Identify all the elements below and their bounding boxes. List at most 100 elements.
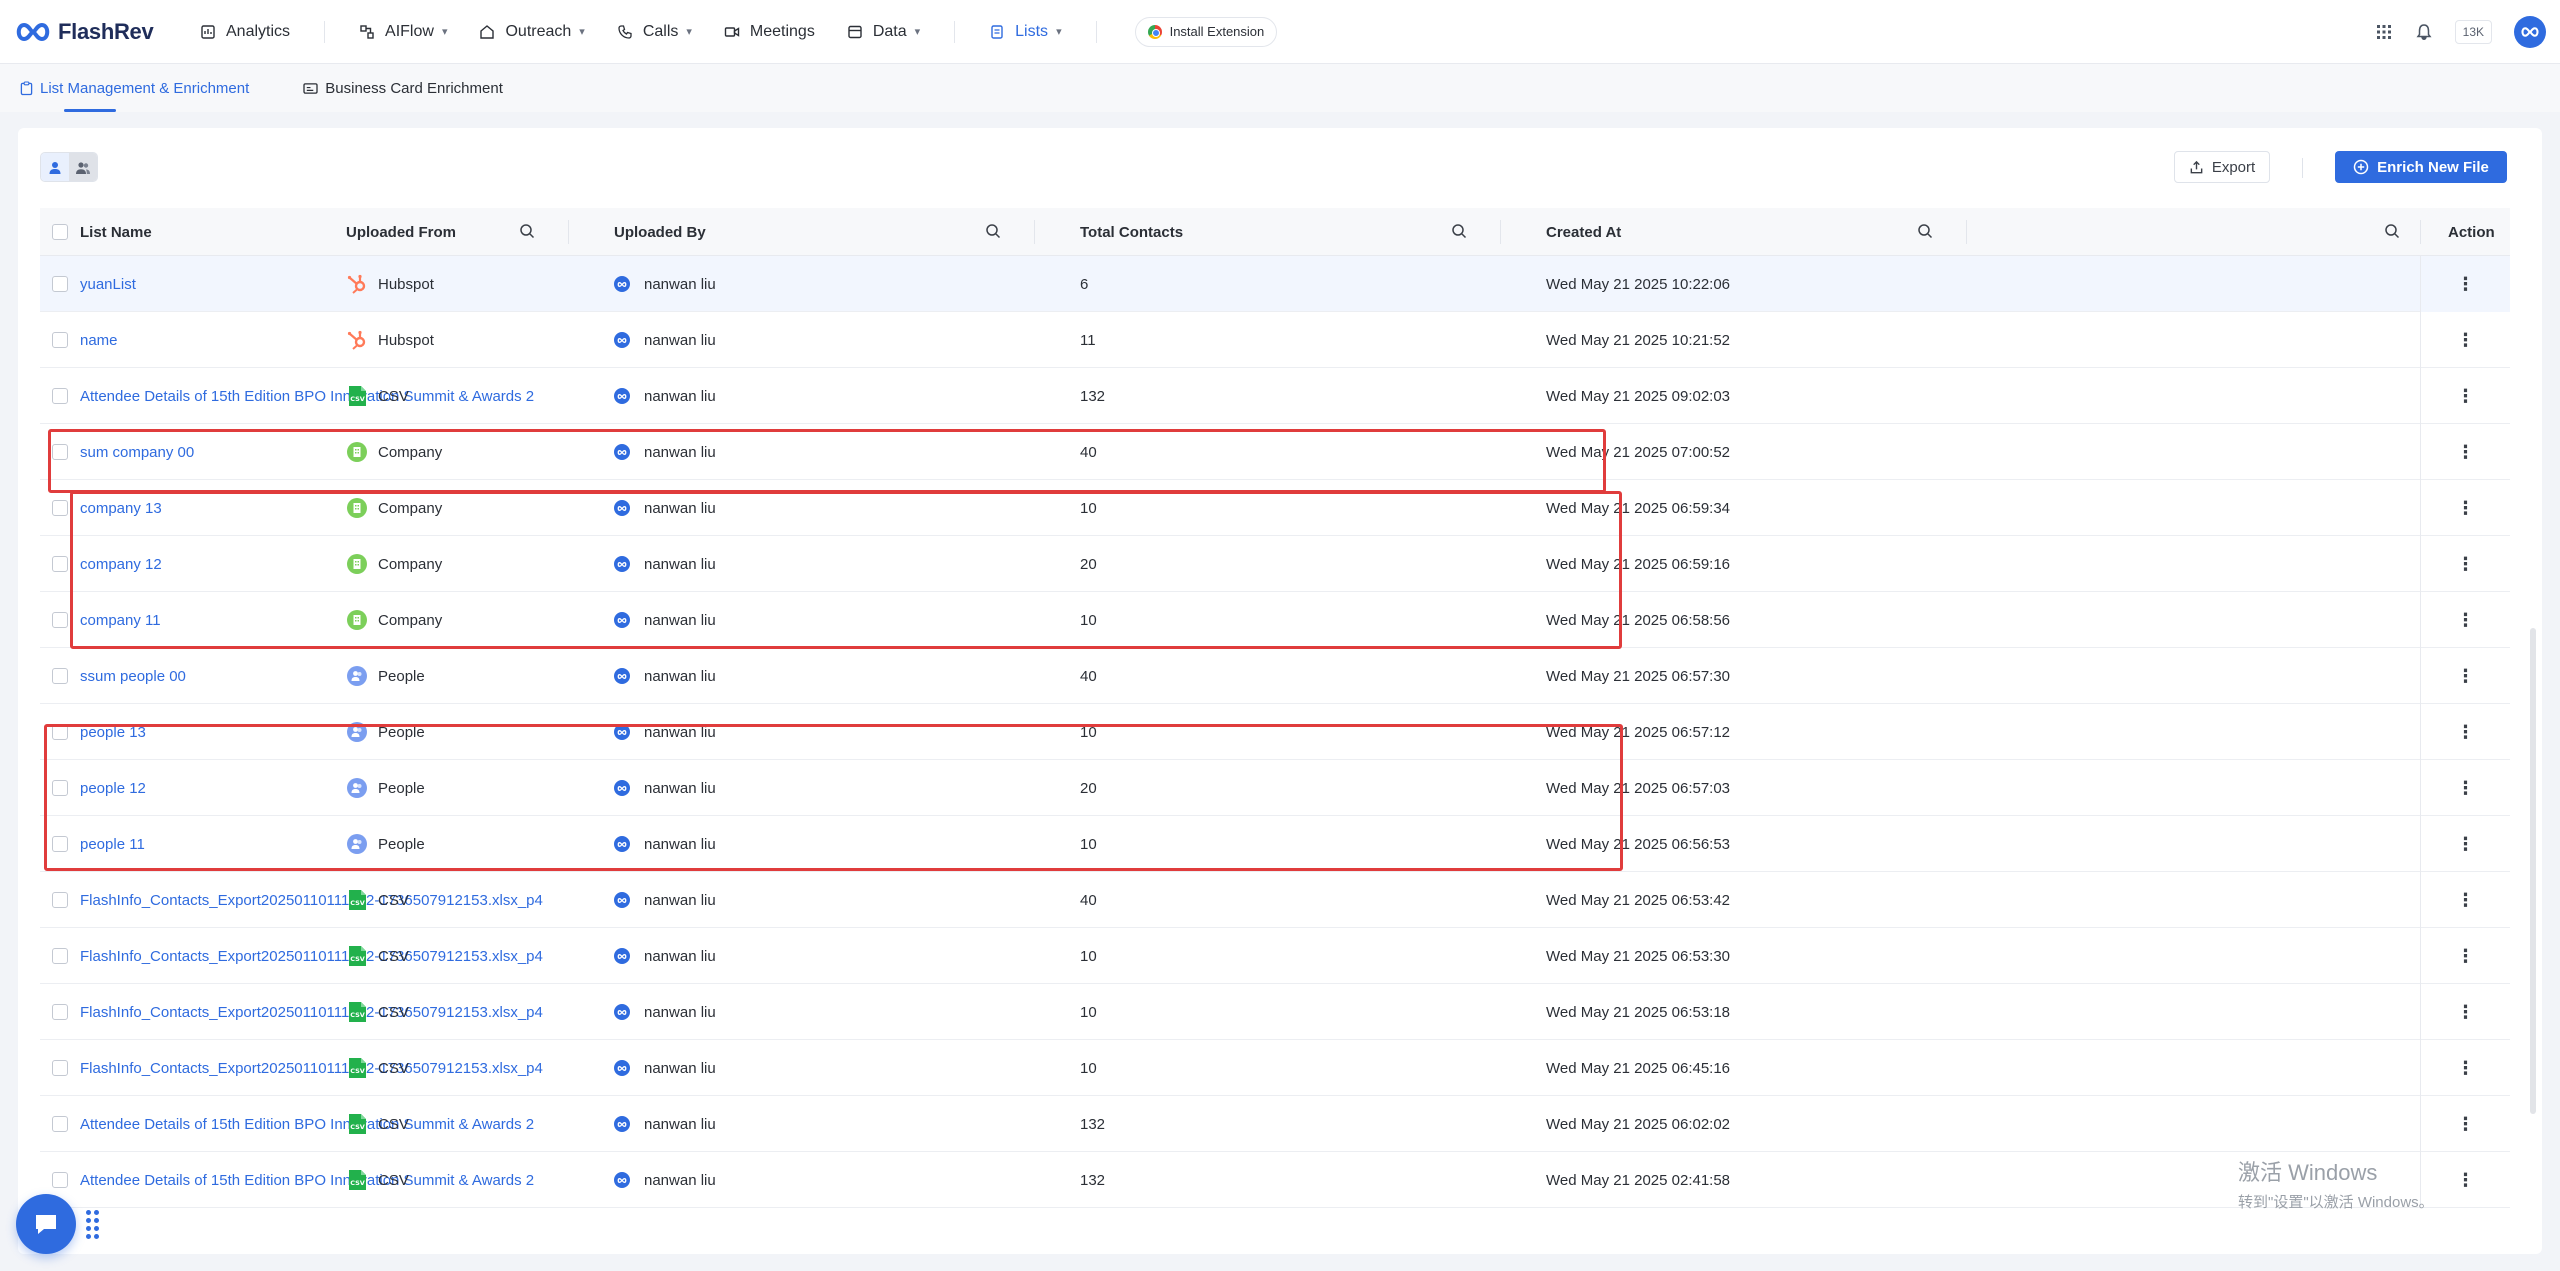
more-options-icon[interactable]: ⋮ [2457,835,2475,853]
more-options-icon[interactable]: ⋮ [2457,1171,2475,1189]
nav-item-label: Data [872,22,907,40]
more-options-icon[interactable]: ⋮ [2457,1115,2475,1133]
table-scrollbar[interactable] [2530,628,2536,1114]
row-checkbox[interactable] [52,1172,68,1188]
row-checkbox[interactable] [52,332,68,348]
table-row[interactable]: FlashInfo_Contacts_Export20250110111832-… [40,984,2510,1040]
nav-item-calls[interactable]: Calls ▾ [601,0,708,64]
row-checkbox[interactable] [52,1004,68,1020]
action-cell: ⋮ [2420,1040,2510,1096]
drag-handle-icon[interactable] [86,1210,99,1239]
tab-business-card-enrichment[interactable]: Business Card Enrichment [303,64,503,112]
source-label: CSV [378,1003,409,1021]
table-row[interactable]: people 13 People nanwan liu 10 Wed May 21 20… [40,704,2510,760]
table-row[interactable]: ssum people 00 People nanwan liu 40 Wed May … [40,648,2510,704]
table-row[interactable]: FlashInfo_Contacts_Export20250110111832-… [40,872,2510,928]
people-group-icon [347,778,367,798]
chat-support-button[interactable] [16,1194,76,1254]
more-options-icon[interactable]: ⋮ [2457,779,2475,797]
table-row[interactable]: Attendee Details of 15th Edition BPO Inn… [40,1152,2510,1208]
single-person-view-toggle[interactable] [41,153,69,181]
nav-item-lists[interactable]: Lists ▾ [973,0,1077,64]
nav-item-analytics[interactable]: Analytics [184,0,306,64]
uploader-name: nanwan liu [644,1115,716,1133]
table-row[interactable]: people 12 People nanwan liu 20 Wed May 21 20… [40,760,2510,816]
nav-item-meetings[interactable]: Meetings [708,0,831,64]
total-contacts-cell: 132 [1080,1171,1106,1189]
group-view-toggle[interactable] [69,153,97,181]
select-all-checkbox[interactable] [52,224,68,240]
nav-item-aiflow[interactable]: AIFlow ▾ [343,0,463,64]
more-options-icon[interactable]: ⋮ [2457,947,2475,965]
column-search-icon[interactable] [519,223,535,239]
table-row[interactable]: Attendee Details of 15th Edition BPO Inn… [40,1096,2510,1152]
more-options-icon[interactable]: ⋮ [2457,499,2475,517]
more-options-icon[interactable]: ⋮ [2457,331,2475,349]
bell-icon[interactable] [2415,23,2433,41]
row-checkbox[interactable] [52,1060,68,1076]
credits-badge[interactable]: 13K [2454,20,2492,44]
person-icon [49,162,61,174]
tab-list-management[interactable]: List Management & Enrichment [20,64,249,112]
row-checkbox[interactable] [52,444,68,460]
table-row[interactable]: sum company 00 Company nanwan liu 40 Wed May… [40,424,2510,480]
row-checkbox[interactable] [52,612,68,628]
total-contacts-cell: 6 [1080,275,1089,293]
column-search-icon[interactable] [1451,223,1467,239]
column-search-icon[interactable] [985,223,1001,239]
column-header-list-name: List Name [80,223,152,241]
more-options-icon[interactable]: ⋮ [2457,387,2475,405]
more-options-icon[interactable]: ⋮ [2457,275,2475,293]
more-options-icon[interactable]: ⋮ [2457,1059,2475,1077]
flashrev-logo[interactable]: FlashRev [14,19,184,45]
clipboard-icon [20,80,33,95]
apps-grid-icon[interactable] [2375,23,2393,41]
more-options-icon[interactable]: ⋮ [2457,611,2475,629]
more-options-icon[interactable]: ⋮ [2457,1003,2475,1021]
row-checkbox[interactable] [52,556,68,572]
nav-item-label: Analytics [226,22,291,40]
export-button[interactable]: Export [2174,151,2270,183]
row-checkbox[interactable] [52,276,68,292]
video-camera-icon [724,26,740,37]
table-row[interactable]: company 11 Company nanwan liu 10 Wed May 21 … [40,592,2510,648]
more-options-icon[interactable]: ⋮ [2457,667,2475,685]
column-search-icon[interactable] [2384,223,2400,239]
user-avatar[interactable] [2514,16,2546,48]
more-options-icon[interactable]: ⋮ [2457,723,2475,741]
uploader-name: nanwan liu [644,611,716,629]
row-checkbox[interactable] [52,1116,68,1132]
row-checkbox[interactable] [52,836,68,852]
table-row[interactable]: FlashInfo_Contacts_Export20250110111832-… [40,1040,2510,1096]
more-options-icon[interactable]: ⋮ [2457,443,2475,461]
more-options-icon[interactable]: ⋮ [2457,555,2475,573]
table-row[interactable]: company 13 Company nanwan liu 10 Wed May 21 … [40,480,2510,536]
tab-label: List Management & Enrichment [40,79,250,97]
created-at-cell: Wed May 21 2025 06:57:12 [1546,723,1731,741]
table-row[interactable]: name Hubspot nanwan liu 11 Wed May 21 2025 1… [40,312,2510,368]
csv-file-icon: CSV [349,1170,366,1190]
user-logo-icon [614,1060,630,1076]
row-checkbox[interactable] [52,780,68,796]
more-options-icon[interactable]: ⋮ [2457,891,2475,909]
watermark-line-1: 激活 Windows [2238,1160,2378,1185]
table-row[interactable]: FlashInfo_Contacts_Export20250110111832-… [40,928,2510,984]
enrich-new-file-button[interactable]: Enrich New File [2335,151,2507,183]
row-checkbox[interactable] [52,388,68,404]
company-building-icon [347,610,367,630]
row-checkbox[interactable] [52,892,68,908]
row-checkbox[interactable] [52,668,68,684]
install-extension-button[interactable]: Install Extension [1134,16,1278,47]
nav-item-outreach[interactable]: Outreach ▾ [463,0,600,64]
table-row[interactable]: company 12 Company nanwan liu 20 Wed May 21 … [40,536,2510,592]
column-search-icon[interactable] [1917,223,1933,239]
table-row[interactable]: Attendee Details of 15th Edition BPO Inn… [40,368,2510,424]
csv-file-icon: CSV [349,1114,366,1134]
row-checkbox[interactable] [52,724,68,740]
nav-item-data[interactable]: Data ▾ [831,0,936,64]
row-checkbox[interactable] [52,948,68,964]
action-cell: ⋮ [2420,928,2510,984]
table-row[interactable]: yuanList Hubspot nanwan liu 6 Wed May 21 202… [40,256,2510,312]
table-row[interactable]: people 11 People nanwan liu 10 Wed May 21 20… [40,816,2510,872]
row-checkbox[interactable] [52,500,68,516]
